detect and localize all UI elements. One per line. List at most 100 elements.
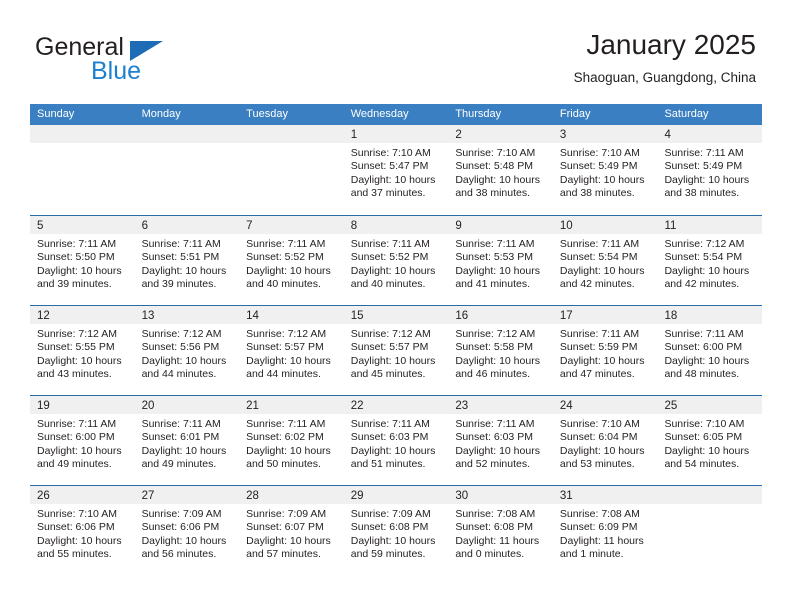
day-number-band: 14 [239, 306, 344, 324]
calendar-day-cell-9[interactable]: 9 Sunrise: 7:11 AM Sunset: 5:53 PM Daylight… [448, 216, 553, 305]
day-number: 26 [37, 490, 50, 502]
day-detail-line: and 38 minutes. [559, 186, 635, 199]
day-number-band: 6 [134, 216, 240, 234]
calendar-day-cell-10[interactable]: 10 Sunrise: 7:11 AM Sunset: 5:54 PM Dayligh… [552, 216, 658, 305]
calendar-day-cell-17[interactable]: 17 Sunrise: 7:11 AM Sunset: 5:59 PM Dayligh… [552, 306, 658, 395]
day-number: 17 [559, 310, 573, 322]
day-number-band: 9 [448, 216, 553, 234]
calendar-page: General Blue January 2025 Shaoguan, Guan… [0, 0, 792, 612]
day-number: 8 [350, 220, 358, 232]
day-details: Sunrise: 7:10 AM Sunset: 6:05 PM Daylight:… [657, 414, 762, 471]
calendar-day-cell-26[interactable]: 26 Sunrise: 7:10 AM Sunset: 6:06 PM Dayligh… [30, 486, 135, 575]
calendar-day-cell-12[interactable]: 12 Sunrise: 7:12 AM Sunset: 5:55 PM Dayligh… [30, 306, 135, 395]
day-detail-line: and 42 minutes. [664, 277, 740, 290]
day-number: 24 [559, 400, 573, 412]
day-detail-line: Sunset: 6:06 PM [37, 521, 115, 534]
calendar-week-row: 5 Sunrise: 7:11 AM Sunset: 5:50 PM Daylight… [30, 215, 763, 305]
day-details: Sunrise: 7:10 AM Sunset: 6:04 PM Daylight:… [553, 414, 658, 471]
calendar-day-cell-2[interactable]: 2 Sunrise: 7:10 AM Sunset: 5:48 PM Daylight… [448, 125, 553, 215]
calendar-day-cell-11[interactable]: 11 Sunrise: 7:12 AM Sunset: 5:54 PM Dayligh… [657, 216, 763, 305]
day-detail-line: and 49 minutes. [141, 457, 217, 470]
day-detail-line: Sunrise: 7:08 AM [455, 508, 536, 520]
calendar-day-cell-25[interactable]: 25 Sunrise: 7:10 AM Sunset: 6:05 PM Dayligh… [657, 396, 763, 485]
calendar-day-cell-21[interactable]: 21 Sunrise: 7:11 AM Sunset: 6:02 PM Dayligh… [239, 396, 344, 485]
day-detail-line: Sunset: 6:08 PM [350, 521, 429, 534]
day-detail-line: Daylight: 10 hours [455, 354, 540, 367]
calendar-day-cell-6[interactable]: 6 Sunrise: 7:11 AM Sunset: 5:51 PM Daylight… [134, 216, 240, 305]
day-detail-line: Sunrise: 7:12 AM [455, 328, 536, 340]
day-detail-line: Daylight: 10 hours [455, 173, 540, 186]
brand-logo: General Blue [35, 34, 265, 86]
day-detail-line: Sunset: 6:03 PM [350, 431, 429, 444]
day-detail-line: Sunset: 6:02 PM [246, 431, 324, 444]
calendar-grid: Sunday Monday Tuesday Wednesday Thursday Frid… [30, 104, 763, 575]
day-detail-line: Sunset: 5:49 PM [559, 160, 638, 173]
day-detail-line: Sunrise: 7:11 AM [664, 328, 744, 340]
day-number-band: 31 [552, 486, 658, 504]
day-detail-line: Sunset: 6:08 PM [455, 521, 533, 534]
day-detail-line: Daylight: 10 hours [246, 444, 331, 457]
calendar-day-cell-29[interactable]: 29 Sunrise: 7:09 AM Sunset: 6:08 PM Dayligh… [343, 486, 449, 575]
day-number-band: 30 [448, 486, 553, 504]
day-details: Sunrise: 7:11 AM Sunset: 6:03 PM Daylight:… [448, 414, 553, 471]
day-number-band: 1 [343, 125, 449, 143]
calendar-day-cell-22[interactable]: 22 Sunrise: 7:11 AM Sunset: 6:03 PM Dayligh… [343, 396, 449, 485]
calendar-day-cell-15[interactable]: 15 Sunrise: 7:12 AM Sunset: 5:57 PM Dayligh… [343, 306, 449, 395]
day-detail-line: and 38 minutes. [664, 186, 740, 199]
day-detail-line: Daylight: 10 hours [350, 534, 436, 547]
calendar-day-cell-7[interactable]: 7 Sunrise: 7:11 AM Sunset: 5:52 PM Daylight… [239, 216, 344, 305]
calendar-day-cell-4[interactable]: 4 Sunrise: 7:11 AM Sunset: 5:49 PM Daylight… [657, 125, 763, 215]
day-detail-line: and 47 minutes. [559, 367, 635, 380]
calendar-day-cell-31[interactable]: 31 Sunrise: 7:08 AM Sunset: 6:09 PM Dayligh… [552, 486, 658, 575]
calendar-week-row: 26 Sunrise: 7:10 AM Sunset: 6:06 PM Dayligh… [30, 485, 763, 575]
calendar-day-cell-empty [239, 125, 344, 215]
day-number: 18 [664, 310, 678, 322]
calendar-day-cell-8[interactable]: 8 Sunrise: 7:11 AM Sunset: 5:52 PM Daylight… [343, 216, 449, 305]
calendar-day-cell-18[interactable]: 18 Sunrise: 7:11 AM Sunset: 6:00 PM Dayligh… [657, 306, 763, 395]
calendar-day-cell-20[interactable]: 20 Sunrise: 7:11 AM Sunset: 6:01 PM Dayligh… [134, 396, 240, 485]
day-detail-line: Daylight: 10 hours [350, 173, 436, 186]
day-number-band: 28 [239, 486, 344, 504]
calendar-day-cell-16[interactable]: 16 Sunrise: 7:12 AM Sunset: 5:58 PM Dayligh… [448, 306, 553, 395]
calendar-day-cell-empty [30, 125, 135, 215]
day-number: 13 [141, 310, 155, 322]
day-number-band: 29 [343, 486, 449, 504]
day-detail-line: and 1 minute. [559, 547, 624, 560]
day-number: 22 [350, 400, 364, 412]
calendar-day-cell-5[interactable]: 5 Sunrise: 7:11 AM Sunset: 5:50 PM Daylight… [30, 216, 135, 305]
day-detail-line: Sunset: 6:00 PM [37, 431, 115, 444]
day-detail-line: and 43 minutes. [37, 367, 112, 380]
day-detail-line: and 39 minutes. [37, 277, 112, 290]
day-detail-line: Daylight: 10 hours [141, 444, 227, 457]
day-number: 15 [350, 310, 364, 322]
weekday-header-tuesday: Tuesday [246, 108, 288, 120]
calendar-day-cell-1[interactable]: 1 Sunrise: 7:10 AM Sunset: 5:47 PM Daylight… [343, 125, 449, 215]
day-details: Sunrise: 7:11 AM Sunset: 5:53 PM Daylight:… [448, 234, 553, 291]
weekday-header-friday: Friday [559, 108, 591, 120]
day-detail-line: Sunset: 6:07 PM [246, 521, 324, 534]
day-detail-line: Sunrise: 7:09 AM [246, 508, 327, 520]
day-detail-line: Daylight: 10 hours [559, 354, 645, 367]
day-detail-line: Sunset: 6:03 PM [455, 431, 533, 444]
calendar-day-cell-14[interactable]: 14 Sunrise: 7:12 AM Sunset: 5:57 PM Dayligh… [239, 306, 344, 395]
calendar-day-cell-19[interactable]: 19 Sunrise: 7:11 AM Sunset: 6:00 PM Dayligh… [30, 396, 135, 485]
day-detail-line: Daylight: 10 hours [559, 264, 645, 277]
calendar-day-cell-3[interactable]: 3 Sunrise: 7:10 AM Sunset: 5:49 PM Daylight… [552, 125, 658, 215]
day-detail-line: Daylight: 10 hours [141, 264, 227, 277]
day-detail-line: Sunset: 6:01 PM [141, 431, 220, 444]
day-detail-line: Sunrise: 7:10 AM [455, 147, 536, 159]
day-number-band: 22 [343, 396, 449, 414]
calendar-day-cell-13[interactable]: 13 Sunrise: 7:12 AM Sunset: 5:56 PM Dayligh… [134, 306, 240, 395]
calendar-day-cell-30[interactable]: 30 Sunrise: 7:08 AM Sunset: 6:08 PM Dayligh… [448, 486, 553, 575]
calendar-day-cell-28[interactable]: 28 Sunrise: 7:09 AM Sunset: 6:07 PM Dayligh… [239, 486, 344, 575]
day-detail-line: and 52 minutes. [455, 457, 531, 470]
day-detail-line: Sunrise: 7:10 AM [664, 418, 745, 430]
calendar-day-cell-27[interactable]: 27 Sunrise: 7:09 AM Sunset: 6:06 PM Dayligh… [134, 486, 240, 575]
day-number: 25 [664, 400, 678, 412]
calendar-day-cell-23[interactable]: 23 Sunrise: 7:11 AM Sunset: 6:03 PM Dayligh… [448, 396, 553, 485]
day-number-band [134, 125, 240, 143]
day-detail-line: Daylight: 10 hours [350, 354, 436, 367]
day-detail-line: Daylight: 10 hours [246, 534, 331, 547]
day-details: Sunrise: 7:11 AM Sunset: 6:02 PM Daylight:… [239, 414, 344, 471]
calendar-day-cell-24[interactable]: 24 Sunrise: 7:10 AM Sunset: 6:04 PM Dayligh… [552, 396, 658, 485]
